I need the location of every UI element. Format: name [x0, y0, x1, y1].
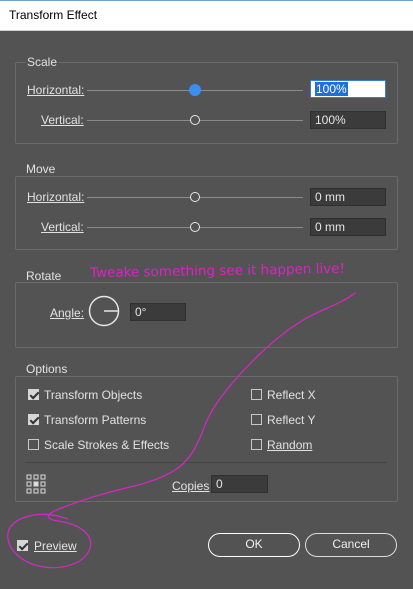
angle-dial[interactable] — [88, 295, 120, 327]
scale-horizontal-slider-knob[interactable] — [189, 84, 201, 96]
scale-strokes-label[interactable]: Scale Strokes & Effects — [44, 438, 169, 452]
move-vertical-input[interactable]: 0 mm — [310, 218, 386, 236]
move-vertical-slider-knob[interactable] — [190, 222, 200, 232]
scale-group-label: Scale — [26, 55, 59, 69]
angle-label: Angle: — [50, 306, 85, 320]
reflect-y-label[interactable]: Reflect Y — [267, 413, 315, 427]
scale-strokes-checkbox[interactable] — [28, 439, 39, 450]
transform-patterns-label[interactable]: Transform Patterns — [44, 413, 146, 427]
move-vertical-label: Vertical: — [41, 220, 84, 234]
preview-label[interactable]: Preview — [34, 539, 77, 553]
scale-horizontal-label: Horizontal: — [27, 83, 85, 97]
preview-checkbox[interactable] — [17, 540, 28, 551]
options-group-label: Options — [26, 362, 68, 376]
scale-group — [15, 62, 398, 144]
ok-button[interactable]: OK — [208, 533, 300, 557]
title-bar: Transform Effect — [0, 0, 413, 31]
transform-objects-label[interactable]: Transform Objects — [44, 388, 142, 402]
window-title: Transform Effect — [9, 8, 98, 22]
transform-patterns-checkbox[interactable] — [28, 414, 39, 425]
copies-input[interactable]: 0 — [211, 475, 268, 493]
reflect-x-label[interactable]: Reflect X — [267, 388, 316, 402]
copies-label: Copies — [172, 479, 210, 493]
scale-vertical-label: Vertical: — [41, 113, 84, 127]
scale-vertical-input[interactable]: 100% — [310, 111, 386, 129]
rotate-group-label: Rotate — [26, 269, 62, 283]
random-checkbox[interactable] — [251, 439, 262, 450]
reflect-x-checkbox[interactable] — [251, 389, 262, 400]
transform-objects-checkbox[interactable] — [28, 389, 39, 400]
scale-vertical-slider-knob[interactable] — [190, 115, 200, 125]
angle-dial-icon — [88, 295, 120, 327]
cancel-button[interactable]: Cancel — [305, 533, 397, 557]
random-label[interactable]: Random — [267, 438, 312, 452]
reference-point-locator-icon[interactable] — [26, 474, 46, 494]
move-horizontal-label: Horizontal: — [27, 190, 85, 204]
angle-input[interactable]: 0° — [130, 303, 186, 321]
reference-point-grid-icon — [26, 474, 46, 494]
move-horizontal-slider-knob[interactable] — [190, 192, 200, 202]
reflect-y-checkbox[interactable] — [251, 414, 262, 425]
options-divider — [25, 462, 387, 463]
move-horizontal-input[interactable]: 0 mm — [310, 188, 386, 206]
move-group-label: Move — [26, 162, 56, 176]
title-accent-line — [0, 0, 413, 1]
annotation-text: Tweake something see it happen live! — [89, 260, 346, 282]
scale-horizontal-input[interactable]: 100% — [310, 80, 386, 98]
